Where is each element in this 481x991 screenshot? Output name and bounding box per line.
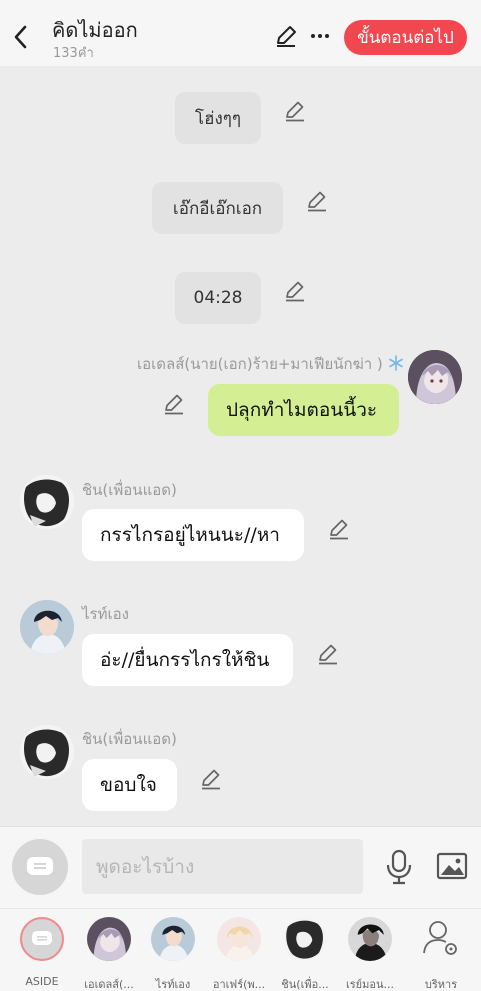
character-label: ชิน(เพื่อ...	[281, 978, 329, 991]
edit-message-icon[interactable]	[284, 100, 306, 122]
message-bubble[interactable]: ปลุกทำไมตอนนี้วะ	[208, 384, 399, 436]
aside-mode-button[interactable]	[12, 839, 68, 895]
avatar[interactable]	[20, 725, 74, 779]
character-adels[interactable]: เอเดลส์(...	[79, 917, 139, 991]
avatar[interactable]	[408, 350, 462, 404]
snowflake-icon	[388, 355, 403, 371]
edit-message-icon[interactable]	[328, 518, 350, 540]
user-settings-icon	[423, 921, 457, 955]
message-bubble[interactable]: กรรไกรอยู่ไหนนะ//หา	[82, 509, 304, 561]
character-write[interactable]: ไรท์เอง	[143, 917, 203, 991]
avatar	[151, 917, 195, 961]
chat-bubble-icon	[32, 931, 52, 945]
more-options-icon[interactable]	[310, 26, 330, 46]
avatar	[87, 917, 131, 961]
message-input[interactable]	[82, 839, 363, 894]
avatar[interactable]	[20, 475, 74, 529]
character-aside[interactable]: ASIDE	[12, 917, 72, 989]
top-bar: คิดไม่ออก 133คำ ขั้นตอนต่อไป	[0, 0, 481, 66]
sender-name: เอเดลส์(นาย(เอก)ร้าย+มาเฟียนักฆ่า )	[137, 352, 404, 376]
character-label: อาเฟร์(พ...	[212, 978, 266, 991]
manage-characters-button[interactable]: บริหาร	[411, 917, 471, 991]
image-icon[interactable]	[436, 851, 468, 881]
microphone-icon[interactable]	[385, 849, 413, 885]
character-label: เรย์มอน...	[346, 978, 394, 991]
avatar	[283, 917, 327, 961]
edit-title-icon[interactable]	[274, 24, 298, 48]
character-bar: ASIDE เอเดลส์(... ไรท์เอง อาเฟร์(พ... ชิ…	[0, 908, 481, 991]
back-arrow-icon[interactable]	[12, 24, 30, 50]
edit-message-icon[interactable]	[317, 643, 339, 665]
aside-avatar	[20, 917, 64, 961]
avatar	[348, 917, 392, 961]
narration-bubble[interactable]: โฮ่งๆๆ	[175, 92, 261, 144]
avatar	[217, 917, 261, 961]
edit-message-icon[interactable]	[200, 768, 222, 790]
chat-bubble-icon	[27, 857, 53, 875]
character-label: ไรท์เอง	[155, 978, 191, 991]
message-composer	[0, 826, 481, 908]
edit-message-icon[interactable]	[163, 393, 185, 415]
character-label: ASIDE	[25, 975, 59, 988]
sender-name: ชิน(เพื่อนแอด)	[82, 481, 177, 499]
narration-bubble[interactable]: 04:28	[175, 272, 261, 324]
narration-bubble[interactable]: เอ๊กอีเอ๊กเอก	[152, 182, 283, 234]
character-shin[interactable]: ชิน(เพื่อ...	[275, 917, 335, 991]
next-step-button[interactable]: ขั้นตอนต่อไป	[344, 20, 467, 55]
character-raymond[interactable]: เรย์มอน...	[340, 917, 400, 991]
character-afer[interactable]: อาเฟร์(พ...	[209, 917, 269, 991]
edit-message-icon[interactable]	[284, 280, 306, 302]
edit-message-icon[interactable]	[306, 190, 328, 212]
character-label: บริหาร	[424, 978, 458, 991]
sender-name: ไรท์เอง	[82, 605, 129, 623]
message-bubble[interactable]: อ่ะ//ยื่นกรรไกรให้ชิน	[82, 634, 293, 686]
sender-name: ชิน(เพื่อนแอด)	[82, 730, 177, 748]
word-count: 133คำ	[53, 46, 94, 61]
avatar[interactable]	[20, 600, 74, 654]
chat-area[interactable]: โฮ่งๆๆ เอ๊กอีเอ๊กเอก 04:28 เอเดลส์(นาย(เ…	[0, 66, 481, 826]
character-label: เอเดลส์(...	[84, 978, 134, 991]
message-bubble[interactable]: ขอบใจ	[82, 759, 177, 811]
